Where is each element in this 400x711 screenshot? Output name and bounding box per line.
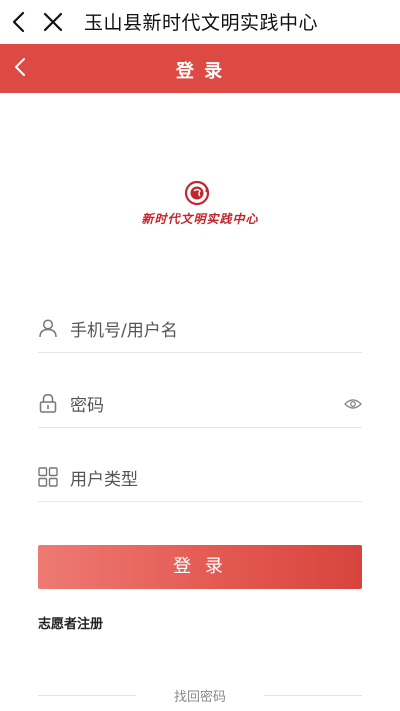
- lock-icon: [39, 394, 57, 413]
- password-field[interactable]: 密码: [38, 379, 362, 428]
- user-type-placeholder: 用户类型: [70, 470, 138, 490]
- page-header: 登 录: [0, 44, 400, 93]
- top-bar: 玉山县新时代文明实践中心: [0, 0, 400, 44]
- page-title: 登 录: [175, 61, 225, 82]
- username-placeholder: 手机号/用户名: [70, 321, 178, 341]
- username-field[interactable]: 手机号/用户名: [38, 304, 362, 353]
- login-button[interactable]: 登 录: [38, 545, 362, 589]
- forgot-password-link[interactable]: 找回密码: [0, 686, 400, 705]
- close-icon[interactable]: [42, 11, 64, 33]
- logo-emblem: [184, 180, 210, 206]
- user-type-field[interactable]: 用户类型: [38, 453, 362, 502]
- window-title: 玉山县新时代文明实践中心: [84, 12, 319, 34]
- chevron-left-icon[interactable]: [8, 10, 30, 34]
- volunteer-register-link[interactable]: 志愿者注册: [38, 613, 103, 632]
- grid-icon: [38, 467, 58, 487]
- user-icon: [39, 319, 57, 338]
- logo-text: 新时代文明实践中心: [141, 212, 259, 226]
- eye-icon[interactable]: [344, 397, 362, 411]
- password-placeholder: 密码: [70, 396, 104, 416]
